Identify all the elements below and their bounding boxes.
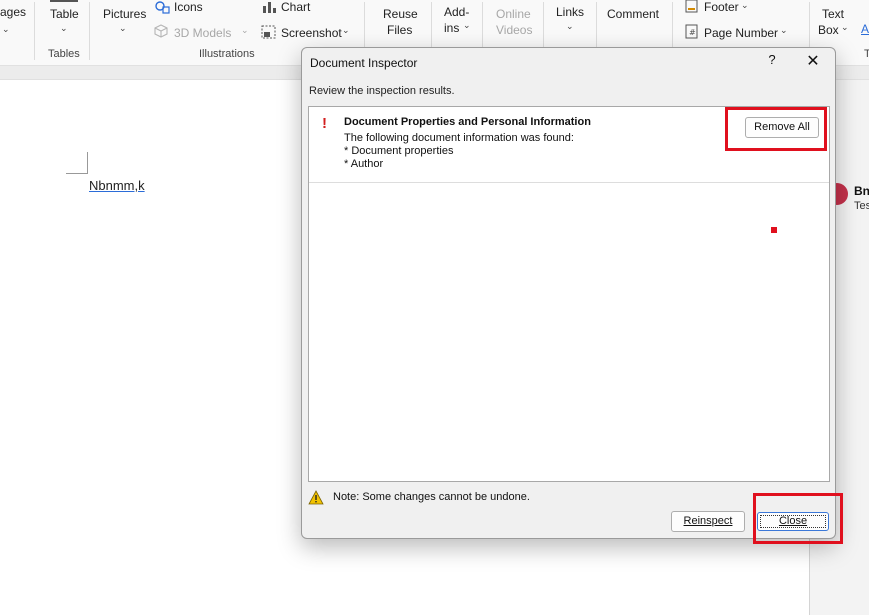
text-box-button-line1[interactable]: Text — [822, 7, 844, 21]
icons-icon — [155, 1, 170, 14]
3d-models-button[interactable]: 3D Models — [174, 26, 231, 40]
chevron-down-icon[interactable]: ⌄ — [342, 25, 350, 36]
chart-icon — [263, 2, 276, 13]
chevron-down-icon[interactable]: ⌄ — [780, 25, 788, 36]
warning-icon — [308, 490, 324, 505]
chevron-down-icon[interactable]: ⌄ — [119, 23, 127, 34]
document-inspector-dialog: Document Inspector ? ✕ Review the inspec… — [301, 47, 843, 544]
result-item: ! Document Properties and Personal Infor… — [309, 107, 829, 183]
table-icon — [50, 0, 78, 2]
svg-text:#: # — [689, 28, 696, 37]
reinspect-button[interactable]: Reinspect — [671, 511, 745, 532]
text-box-button-line2[interactable]: Box — [818, 23, 839, 37]
document-text[interactable]: Nbnmm,k — [89, 178, 145, 193]
result-description: The following document information was f… — [344, 132, 574, 144]
reuse-files-button-line2[interactable]: Files — [387, 23, 412, 37]
icons-button[interactable]: Icons — [174, 0, 203, 14]
close-icon[interactable]: ✕ — [800, 51, 826, 73]
comment-author-name: Bn — [854, 184, 869, 198]
chevron-down-icon[interactable]: ⌄ — [2, 24, 10, 35]
addins-button-line1[interactable]: Add- — [444, 5, 469, 19]
comment-button[interactable]: Comment — [607, 7, 659, 21]
ribbon-separator — [34, 2, 35, 60]
comment-text-fragment: Tes — [854, 200, 869, 212]
page-number-button[interactable]: Page Number — [704, 26, 778, 40]
illustrations-group-label: Illustrations — [199, 48, 255, 60]
help-button[interactable]: ? — [760, 52, 784, 72]
exclamation-icon: ! — [322, 115, 327, 132]
chevron-down-icon[interactable]: ⌄ — [60, 23, 68, 34]
warning-note: Note: Some changes cannot be undone. — [333, 491, 530, 503]
annotation-dot — [771, 227, 777, 233]
footer-icon — [685, 0, 698, 13]
reinspect-button-label: Reinspect — [683, 515, 733, 527]
cube-icon — [154, 24, 168, 38]
margin-corner-mark — [66, 152, 88, 174]
close-button[interactable]: Close — [757, 512, 829, 531]
screenshot-button[interactable]: Screenshot — [281, 26, 342, 40]
chart-button[interactable]: Chart — [281, 0, 310, 14]
footer-button[interactable]: Footer — [704, 0, 739, 14]
text-group-label-fragment: T — [864, 48, 869, 60]
online-videos-button-line1[interactable]: Online — [496, 7, 531, 21]
chevron-down-icon[interactable]: ⌄ — [741, 0, 749, 11]
remove-all-button[interactable]: Remove All — [745, 117, 819, 138]
result-detail-item: * Author — [344, 158, 384, 170]
page-number-icon: # — [685, 24, 698, 39]
dialog-title: Document Inspector — [310, 56, 418, 70]
result-title: Document Properties and Personal Informa… — [344, 116, 591, 128]
ribbon-separator — [89, 2, 90, 60]
table-button[interactable]: Table — [50, 7, 79, 21]
dialog-subtitle: Review the inspection results. — [309, 85, 455, 97]
chevron-down-icon[interactable]: ⌄ — [463, 20, 471, 31]
online-videos-button-line2[interactable]: Videos — [496, 23, 532, 37]
close-button-label: Close — [778, 515, 808, 527]
links-button[interactable]: Links — [556, 5, 584, 19]
pages-button-fragment[interactable]: ages — [0, 5, 26, 19]
chevron-down-icon[interactable]: ⌄ — [566, 21, 574, 32]
tables-group-label: Tables — [48, 48, 80, 60]
addins-button-line2[interactable]: ins — [444, 21, 459, 35]
wordart-button-fragment[interactable]: A — [861, 22, 869, 36]
chevron-down-icon[interactable]: ⌄ — [241, 25, 249, 36]
result-detail-item: * Document properties — [344, 145, 454, 157]
pictures-button[interactable]: Pictures — [103, 7, 146, 21]
inspection-results-list[interactable]: ! Document Properties and Personal Infor… — [308, 106, 830, 482]
reuse-files-button-line1[interactable]: Reuse — [383, 7, 418, 21]
chevron-down-icon[interactable]: ⌄ — [841, 22, 849, 33]
screenshot-icon — [261, 25, 276, 39]
